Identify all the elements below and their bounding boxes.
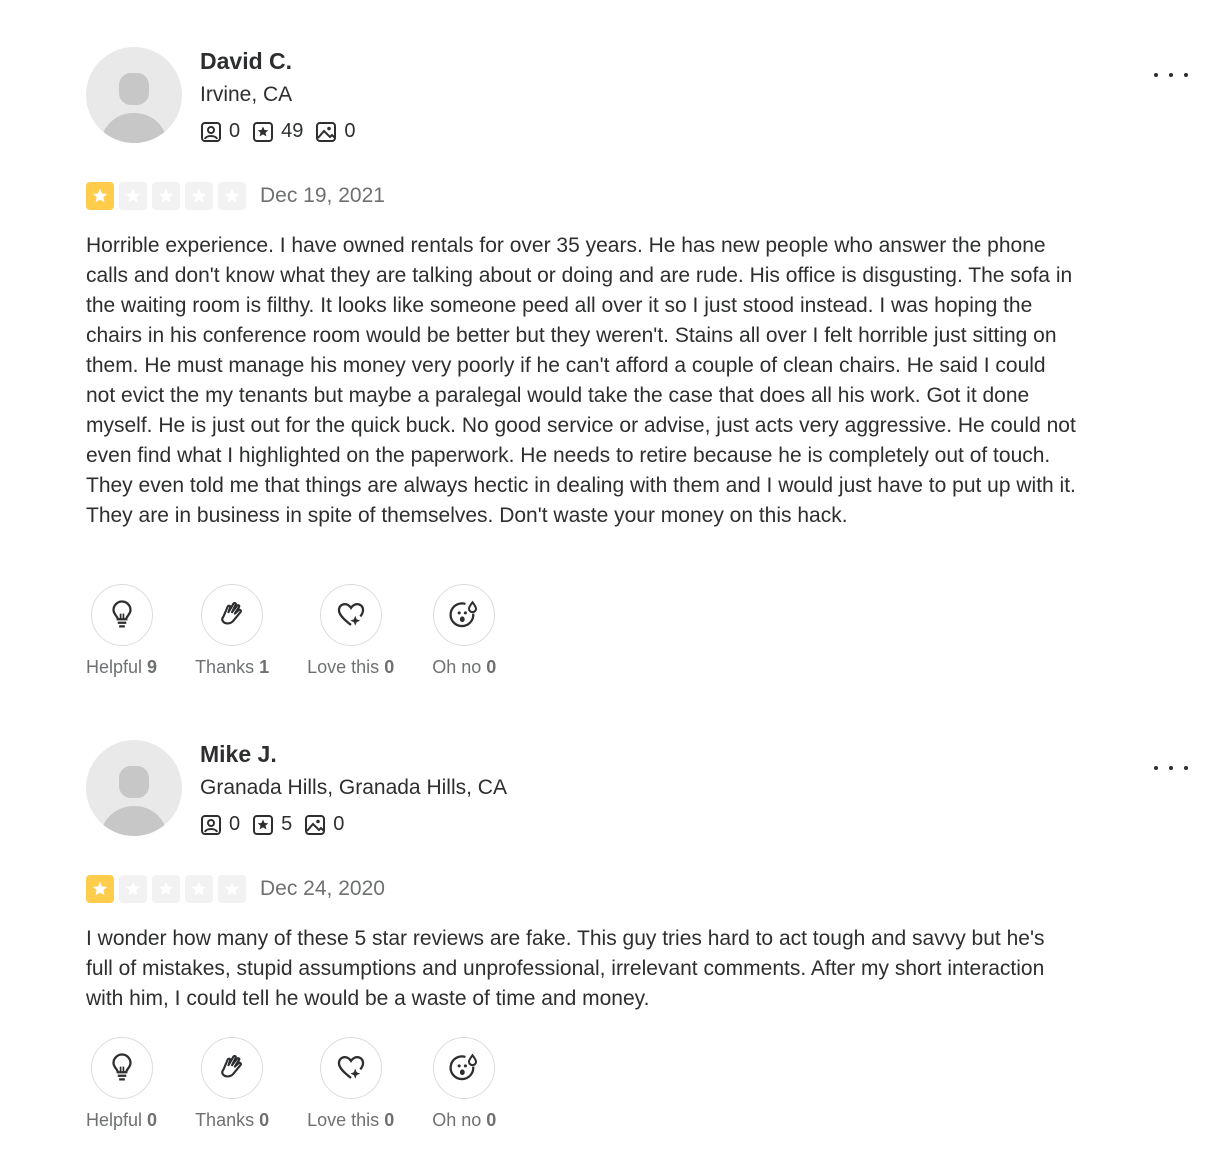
photo-icon <box>305 814 326 835</box>
more-options-icon <box>1154 73 1158 77</box>
rating-star-icon <box>86 875 114 903</box>
rating-row: Dec 19, 2021 <box>86 182 385 210</box>
star-rating <box>86 875 251 903</box>
user-location: Granada Hills, Granada Hills, CA <box>200 776 507 799</box>
user-name[interactable]: Mike J. <box>200 741 277 768</box>
reviews-stat: 5 <box>252 813 292 836</box>
photos-count: 0 <box>344 120 356 142</box>
reaction-label: Oh no 0 <box>432 657 496 678</box>
reviews-count: 49 <box>281 120 304 142</box>
reaction-count: 0 <box>384 1110 395 1130</box>
thanks-button[interactable] <box>201 1037 264 1099</box>
friends-count: 0 <box>229 813 241 835</box>
avatar[interactable] <box>86 740 182 836</box>
rating-star-icon <box>152 875 180 903</box>
oh-no-button[interactable] <box>433 584 496 646</box>
reaction-oh-no: Oh no 0 <box>432 1037 496 1131</box>
reaction-label-text: Love this <box>307 657 380 677</box>
love-this-button[interactable] <box>319 1037 382 1099</box>
friends-icon <box>201 814 221 835</box>
photos-stat: 0 <box>304 813 344 836</box>
photo-icon <box>316 121 337 142</box>
reviews-stat: 49 <box>252 120 303 143</box>
reaction-label: Thanks 1 <box>195 657 269 678</box>
reaction-count: 0 <box>259 1110 270 1130</box>
reaction-count: 0 <box>147 1110 158 1130</box>
reaction-count: 1 <box>259 657 270 677</box>
reaction-love-this: Love this 0 <box>307 584 394 678</box>
reaction-label: Love this 0 <box>307 657 394 678</box>
rating-row: Dec 24, 2020 <box>86 875 385 903</box>
lightbulb-icon <box>111 600 132 628</box>
heart-sparkle-icon <box>337 1055 364 1079</box>
reaction-label: Thanks 0 <box>195 1110 269 1131</box>
review-date: Dec 24, 2020 <box>260 877 385 900</box>
user-stats: 0 49 0 <box>200 120 368 143</box>
reaction-count: 9 <box>147 657 158 677</box>
more-options-button[interactable] <box>1154 756 1188 780</box>
rating-star-icon <box>119 875 147 903</box>
reaction-label-text: Helpful <box>86 1110 143 1130</box>
reaction-label: Love this 0 <box>307 1110 394 1131</box>
surprised-face-icon <box>449 600 478 628</box>
friends-icon <box>201 121 221 142</box>
reaction-love-this: Love this 0 <box>307 1037 394 1131</box>
review-text: Horrible experience. I have owned rental… <box>86 234 1076 527</box>
review-date: Dec 19, 2021 <box>260 184 385 207</box>
rating-star-icon <box>218 875 246 903</box>
helpful-button[interactable] <box>90 584 153 646</box>
rating-star-icon <box>218 182 246 210</box>
friends-count: 0 <box>229 120 241 142</box>
reaction-label-text: Thanks <box>195 657 255 677</box>
reaction-thanks: Thanks 1 <box>195 584 269 678</box>
review-text: I wonder how many of these 5 star review… <box>86 927 1045 1010</box>
avatar[interactable] <box>86 47 182 143</box>
more-options-icon <box>1154 766 1158 770</box>
reaction-label: Oh no 0 <box>432 1110 496 1131</box>
photos-count: 0 <box>333 813 345 835</box>
friends-stat: 0 <box>200 813 240 836</box>
love-this-button[interactable] <box>319 584 382 646</box>
more-options-button[interactable] <box>1154 63 1188 87</box>
reaction-label-text: Oh no <box>432 1110 482 1130</box>
reaction-label-text: Oh no <box>432 657 482 677</box>
reaction-label: Helpful 0 <box>86 1110 157 1131</box>
clapping-hands-icon <box>221 1054 243 1078</box>
lightbulb-icon <box>111 1053 132 1081</box>
reaction-label-text: Helpful <box>86 657 143 677</box>
user-location: Irvine, CA <box>200 83 293 106</box>
reactions-bar: Helpful 0 Thanks 0 Love this 0 Oh no 0 <box>86 1037 534 1131</box>
rating-star-icon <box>185 182 213 210</box>
rating-star-icon <box>185 875 213 903</box>
rating-star-icon <box>152 182 180 210</box>
reaction-count: 0 <box>384 657 395 677</box>
reactions-bar: Helpful 9 Thanks 1 Love this 0 Oh no 0 <box>86 584 534 678</box>
user-stats: 0 5 0 <box>200 813 356 836</box>
rating-star-icon <box>119 182 147 210</box>
user-name[interactable]: David C. <box>200 48 292 75</box>
clapping-hands-icon <box>221 601 243 625</box>
helpful-button[interactable] <box>90 1037 153 1099</box>
star-rating <box>86 182 251 210</box>
reaction-count: 0 <box>486 1110 497 1130</box>
reaction-oh-no: Oh no 0 <box>432 584 496 678</box>
reaction-helpful: Helpful 0 <box>86 1037 157 1131</box>
photos-stat: 0 <box>315 120 356 143</box>
rating-star-icon <box>86 182 114 210</box>
oh-no-button[interactable] <box>433 1037 496 1099</box>
surprised-face-icon <box>449 1053 478 1081</box>
reaction-helpful: Helpful 9 <box>86 584 157 678</box>
friends-stat: 0 <box>200 120 240 143</box>
thanks-button[interactable] <box>201 584 264 646</box>
heart-sparkle-icon <box>337 602 364 626</box>
reaction-count: 0 <box>486 657 497 677</box>
reaction-label: Helpful 9 <box>86 657 157 678</box>
reaction-label-text: Thanks <box>195 1110 255 1130</box>
review-star-icon <box>253 121 274 142</box>
reaction-thanks: Thanks 0 <box>195 1037 269 1131</box>
reviews-count: 5 <box>281 813 293 835</box>
review-star-icon <box>253 814 274 835</box>
reaction-label-text: Love this <box>307 1110 380 1130</box>
